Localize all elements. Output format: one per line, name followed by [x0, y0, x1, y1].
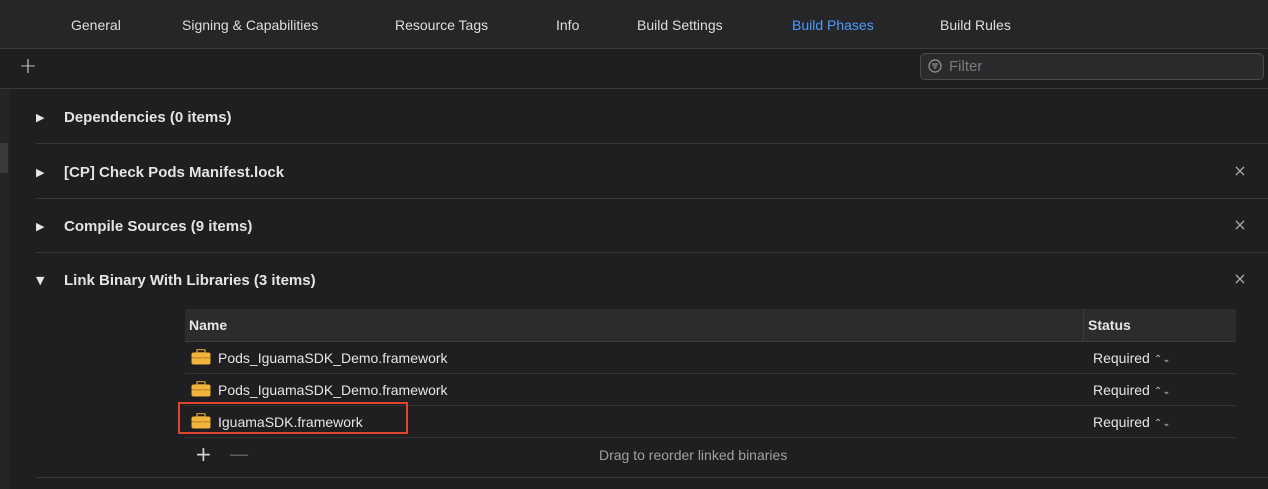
- sidebar-edge-marker: [0, 143, 8, 173]
- phase-header-dependencies[interactable]: ▶ Dependencies (0 items): [36, 107, 232, 127]
- table-footer: + — Drag to reorder linked binaries: [185, 438, 1236, 472]
- updown-chevron-icon: ⌃⌄: [1153, 386, 1171, 397]
- updown-chevron-icon: ⌃⌄: [1153, 354, 1171, 365]
- disclosure-triangle-icon[interactable]: ▶: [36, 220, 52, 233]
- phase-header-compile-sources[interactable]: ▶ Compile Sources (9 items): [36, 216, 252, 236]
- disclosure-triangle-icon[interactable]: ▶: [36, 166, 52, 179]
- status-popup[interactable]: Required ⌃⌄: [1093, 350, 1171, 366]
- disclosure-triangle-icon[interactable]: ▶: [36, 111, 52, 124]
- remove-phase-close-icon[interactable]: ×: [1233, 162, 1247, 180]
- tab-build-rules[interactable]: Build Rules: [940, 17, 1011, 33]
- framework-name: Pods_IguamaSDK_Demo.framework: [218, 382, 448, 398]
- tab-resource-tags[interactable]: Resource Tags: [395, 17, 488, 33]
- disclosure-triangle-icon[interactable]: ▼: [36, 274, 52, 287]
- framework-name: IguamaSDK.framework: [218, 414, 363, 430]
- section-divider: [36, 477, 1268, 478]
- status-value: Required: [1093, 350, 1150, 366]
- phase-compile-sources: ▶ Compile Sources (9 items) ×: [36, 198, 1268, 253]
- status-popup[interactable]: Required ⌃⌄: [1093, 382, 1171, 398]
- filter-input[interactable]: [949, 57, 1249, 75]
- toolbox-icon: [191, 413, 211, 429]
- column-header-status[interactable]: Status: [1088, 317, 1131, 333]
- updown-chevron-icon: ⌃⌄: [1153, 418, 1171, 429]
- linked-libraries-table: Name Status Pods_IguamaSDK_Demo.framewor…: [178, 309, 1236, 472]
- remove-library-button[interactable]: —: [229, 444, 249, 464]
- phase-dependencies: ▶ Dependencies (0 items): [36, 89, 1268, 144]
- column-divider[interactable]: [1083, 309, 1084, 341]
- tab-info[interactable]: Info: [556, 17, 579, 33]
- framework-name: Pods_IguamaSDK_Demo.framework: [218, 350, 448, 366]
- phase-check-pods-manifest: ▶ [CP] Check Pods Manifest.lock ×: [36, 144, 1268, 199]
- toolbox-icon: [191, 349, 211, 365]
- status-popup[interactable]: Required ⌃⌄: [1093, 414, 1171, 430]
- toolbox-icon: [191, 381, 211, 397]
- tab-build-settings[interactable]: Build Settings: [637, 17, 723, 33]
- status-value: Required: [1093, 414, 1150, 430]
- table-row[interactable]: Pods_IguamaSDK_Demo.framework Required ⌃⌄: [185, 374, 1236, 406]
- phase-title: Compile Sources (9 items): [64, 217, 253, 235]
- phase-title: [CP] Check Pods Manifest.lock: [64, 163, 285, 181]
- column-header-name[interactable]: Name: [189, 317, 227, 333]
- filter-field[interactable]: [920, 53, 1264, 80]
- table-row[interactable]: Pods_IguamaSDK_Demo.framework Required ⌃⌄: [185, 342, 1236, 374]
- add-build-phase-button[interactable]: +: [17, 56, 39, 78]
- add-library-button[interactable]: +: [195, 444, 212, 464]
- build-phases-toolbar: +: [0, 49, 1268, 89]
- tab-build-phases[interactable]: Build Phases: [792, 17, 874, 33]
- drag-hint-text: Drag to reorder linked binaries: [599, 447, 788, 463]
- phase-title: Dependencies (0 items): [64, 108, 232, 126]
- phase-header-check-pods-manifest[interactable]: ▶ [CP] Check Pods Manifest.lock: [36, 162, 284, 182]
- table-header: Name Status: [185, 309, 1236, 342]
- filter-icon: [928, 59, 942, 73]
- status-value: Required: [1093, 382, 1150, 398]
- editor-tab-bar: General Signing & Capabilities Resource …: [0, 0, 1268, 49]
- table-row[interactable]: IguamaSDK.framework Required ⌃⌄: [178, 402, 1236, 438]
- remove-phase-close-icon[interactable]: ×: [1233, 270, 1247, 288]
- tab-general[interactable]: General: [71, 17, 121, 33]
- phase-header-link-binary[interactable]: ▼ Link Binary With Libraries (3 items): [36, 270, 316, 290]
- tab-signing-capabilities[interactable]: Signing & Capabilities: [182, 17, 318, 33]
- phase-title: Link Binary With Libraries (3 items): [64, 271, 316, 289]
- remove-phase-close-icon[interactable]: ×: [1233, 216, 1247, 234]
